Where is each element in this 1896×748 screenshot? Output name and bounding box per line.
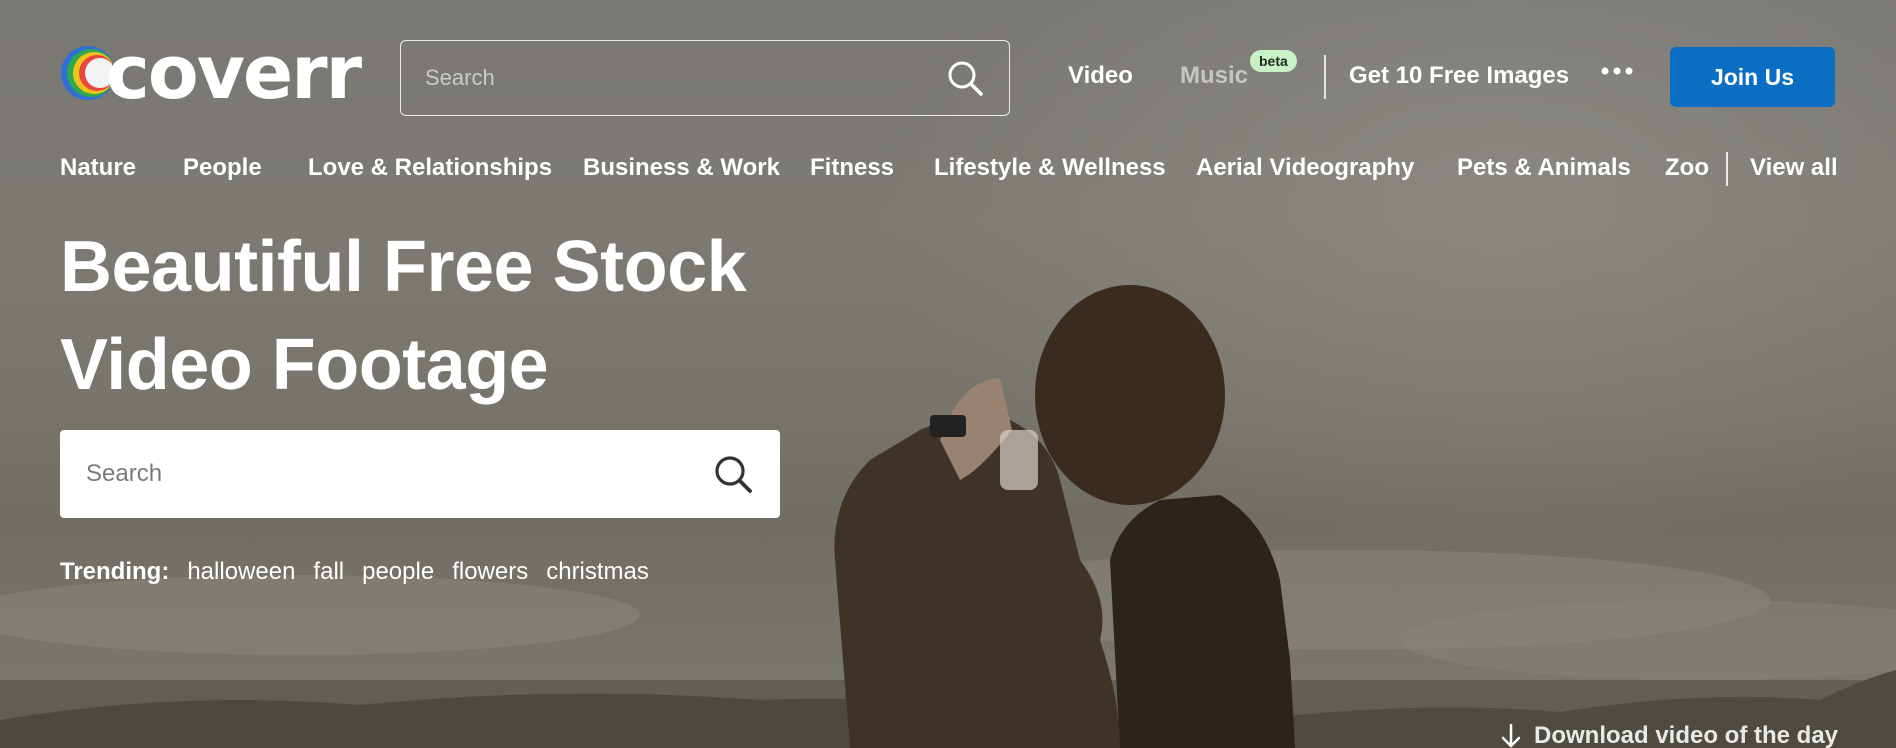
hero-search-input[interactable] — [86, 460, 712, 488]
hero-title-line-2: Video Footage — [60, 325, 549, 405]
category-divider — [1726, 152, 1728, 186]
logo-text: coverr — [106, 30, 362, 116]
category-lifestyle-wellness[interactable]: Lifestyle & Wellness — [934, 154, 1166, 182]
arrow-down-icon — [1501, 723, 1521, 748]
category-nature[interactable]: Nature — [60, 154, 136, 182]
hero-title: Beautiful Free Stock Video Footage — [60, 218, 820, 414]
search-icon[interactable] — [712, 453, 754, 495]
header-search-box[interactable] — [400, 40, 1010, 116]
trending-tag-halloween[interactable]: halloween — [187, 558, 295, 586]
nav-free-images-link[interactable]: Get 10 Free Images — [1349, 62, 1569, 90]
trending-tag-christmas[interactable]: christmas — [546, 558, 649, 586]
trending-tag-fall[interactable]: fall — [313, 558, 344, 586]
search-icon[interactable] — [945, 58, 985, 98]
beta-badge: beta — [1250, 50, 1297, 72]
coverr-logo[interactable]: coverr — [60, 30, 362, 116]
trending-list: Trending: halloween fall people flowers … — [60, 558, 667, 586]
category-bar: Nature People Love & Relationships Busin… — [60, 150, 1724, 190]
category-zoo[interactable]: Zoo — [1665, 154, 1709, 182]
logo-rainbow-icon — [61, 46, 112, 100]
nav-video-link[interactable]: Video — [1068, 62, 1133, 90]
category-people[interactable]: People — [183, 154, 262, 182]
download-video-label: Download video of the day — [1534, 722, 1839, 748]
nav-divider — [1324, 55, 1326, 99]
join-us-button[interactable]: Join Us — [1670, 47, 1835, 107]
category-fitness[interactable]: Fitness — [810, 154, 894, 182]
hero-section: coverr Video Music beta Get 10 Free Imag… — [0, 0, 1896, 748]
category-pets-animals[interactable]: Pets & Animals — [1457, 154, 1631, 182]
hero-title-line-1: Beautiful Free Stock — [60, 227, 747, 307]
trending-tag-people[interactable]: people — [362, 558, 434, 586]
more-dots-icon[interactable] — [1600, 66, 1634, 76]
trending-tag-flowers[interactable]: flowers — [452, 558, 528, 586]
header-search-input[interactable] — [425, 65, 945, 91]
download-video-of-day-link[interactable]: Download video of the day — [1500, 722, 1838, 748]
trending-label: Trending: — [60, 558, 170, 585]
view-all-categories-link[interactable]: View all — [1750, 154, 1838, 182]
category-love-relationships[interactable]: Love & Relationships — [308, 154, 552, 182]
category-aerial-videography[interactable]: Aerial Videography — [1196, 154, 1414, 182]
category-business-work[interactable]: Business & Work — [583, 154, 780, 182]
hero-search-box[interactable] — [60, 430, 780, 518]
nav-music-link[interactable]: Music — [1180, 62, 1248, 90]
